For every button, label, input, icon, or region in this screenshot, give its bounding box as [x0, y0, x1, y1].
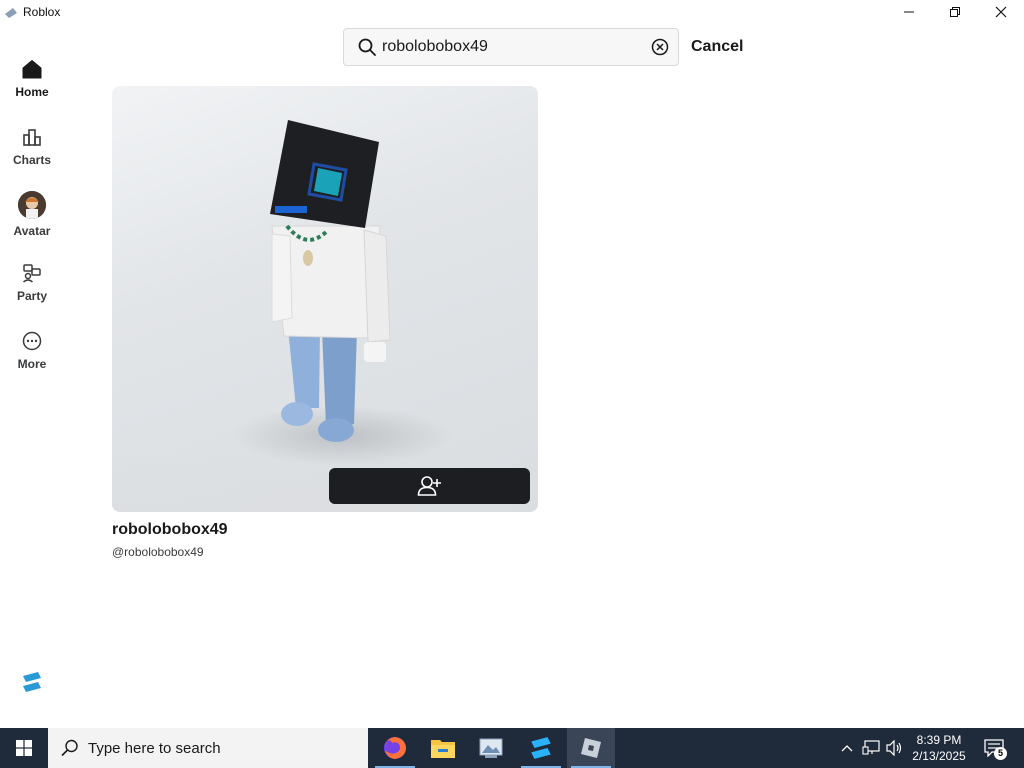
- sidebar-item-label: Avatar: [13, 224, 51, 238]
- search-icon: [61, 739, 78, 757]
- sidebar-item-label: Party: [16, 289, 48, 303]
- taskbar-file-explorer[interactable]: [419, 728, 467, 768]
- party-icon: [21, 262, 43, 284]
- close-icon: [995, 6, 1007, 18]
- taskbar-clock[interactable]: 8:39 PM 2/13/2025: [908, 732, 970, 764]
- window-title: Roblox: [23, 5, 61, 19]
- windows-logo-icon: [16, 740, 32, 756]
- user-result-card[interactable]: [112, 86, 538, 512]
- user-username: @robolobobox49: [112, 545, 204, 559]
- file-explorer-icon: [431, 740, 455, 758]
- chevron-up-icon: [841, 745, 853, 752]
- roblox-icon: [581, 738, 601, 758]
- charts-icon: [21, 126, 43, 148]
- clock-time: 8:39 PM: [916, 733, 962, 747]
- taskbar-search-placeholder: Type here to search: [88, 740, 221, 757]
- network-icon: [862, 740, 880, 755]
- sidebar-item-label: More: [17, 357, 47, 371]
- show-hidden-icons-button[interactable]: [838, 728, 856, 768]
- start-button[interactable]: [0, 728, 48, 768]
- avatar-icon: [18, 191, 46, 219]
- close-button[interactable]: [978, 0, 1024, 24]
- restore-button[interactable]: [932, 0, 978, 24]
- search-input[interactable]: [382, 36, 642, 58]
- search-box[interactable]: [343, 28, 679, 66]
- roblox-studio-icon[interactable]: [20, 670, 44, 694]
- sidebar-item-charts[interactable]: Charts: [0, 118, 64, 178]
- sidebar-item-more[interactable]: More: [0, 322, 64, 382]
- sidebar-item-label: Home: [15, 85, 49, 99]
- taskbar-roblox[interactable]: [567, 728, 615, 768]
- volume-icon: [886, 740, 902, 756]
- roblox-studio-icon: [531, 737, 551, 759]
- taskbar-search-box[interactable]: Type here to search: [48, 728, 368, 768]
- minimize-icon: [904, 11, 914, 13]
- notification-count-badge: 5: [994, 747, 1007, 760]
- title-bar: Roblox: [0, 0, 1024, 24]
- add-friend-button[interactable]: [329, 468, 530, 504]
- user-display-name[interactable]: robolobobox49: [112, 521, 228, 539]
- sidebar-item-party[interactable]: Party: [0, 254, 64, 314]
- clear-search-icon[interactable]: [651, 38, 669, 56]
- volume-button[interactable]: [884, 728, 906, 768]
- taskbar-photos[interactable]: [467, 728, 515, 768]
- taskbar: Type here to search 8:39 PM 2/13/2025 5: [0, 728, 1024, 768]
- restore-icon: [950, 7, 960, 17]
- more-icon: [21, 330, 43, 352]
- firefox-icon: [384, 737, 406, 759]
- sidebar-item-label: Charts: [12, 153, 51, 167]
- cancel-button[interactable]: Cancel: [691, 38, 743, 56]
- sidebar-item-avatar[interactable]: Avatar: [0, 186, 64, 246]
- taskbar-roblox-studio[interactable]: [517, 728, 565, 768]
- sidebar-item-home[interactable]: Home: [0, 50, 64, 110]
- home-icon: [21, 58, 43, 80]
- photos-icon: [479, 738, 503, 758]
- network-button[interactable]: [860, 728, 882, 768]
- taskbar-firefox[interactable]: [371, 728, 419, 768]
- add-friend-icon: [417, 476, 441, 496]
- minimize-button[interactable]: [886, 0, 932, 24]
- search-icon: [358, 38, 376, 56]
- avatar-image: [232, 120, 452, 466]
- roblox-app-icon: [5, 8, 17, 18]
- clock-date: 2/13/2025: [912, 749, 966, 763]
